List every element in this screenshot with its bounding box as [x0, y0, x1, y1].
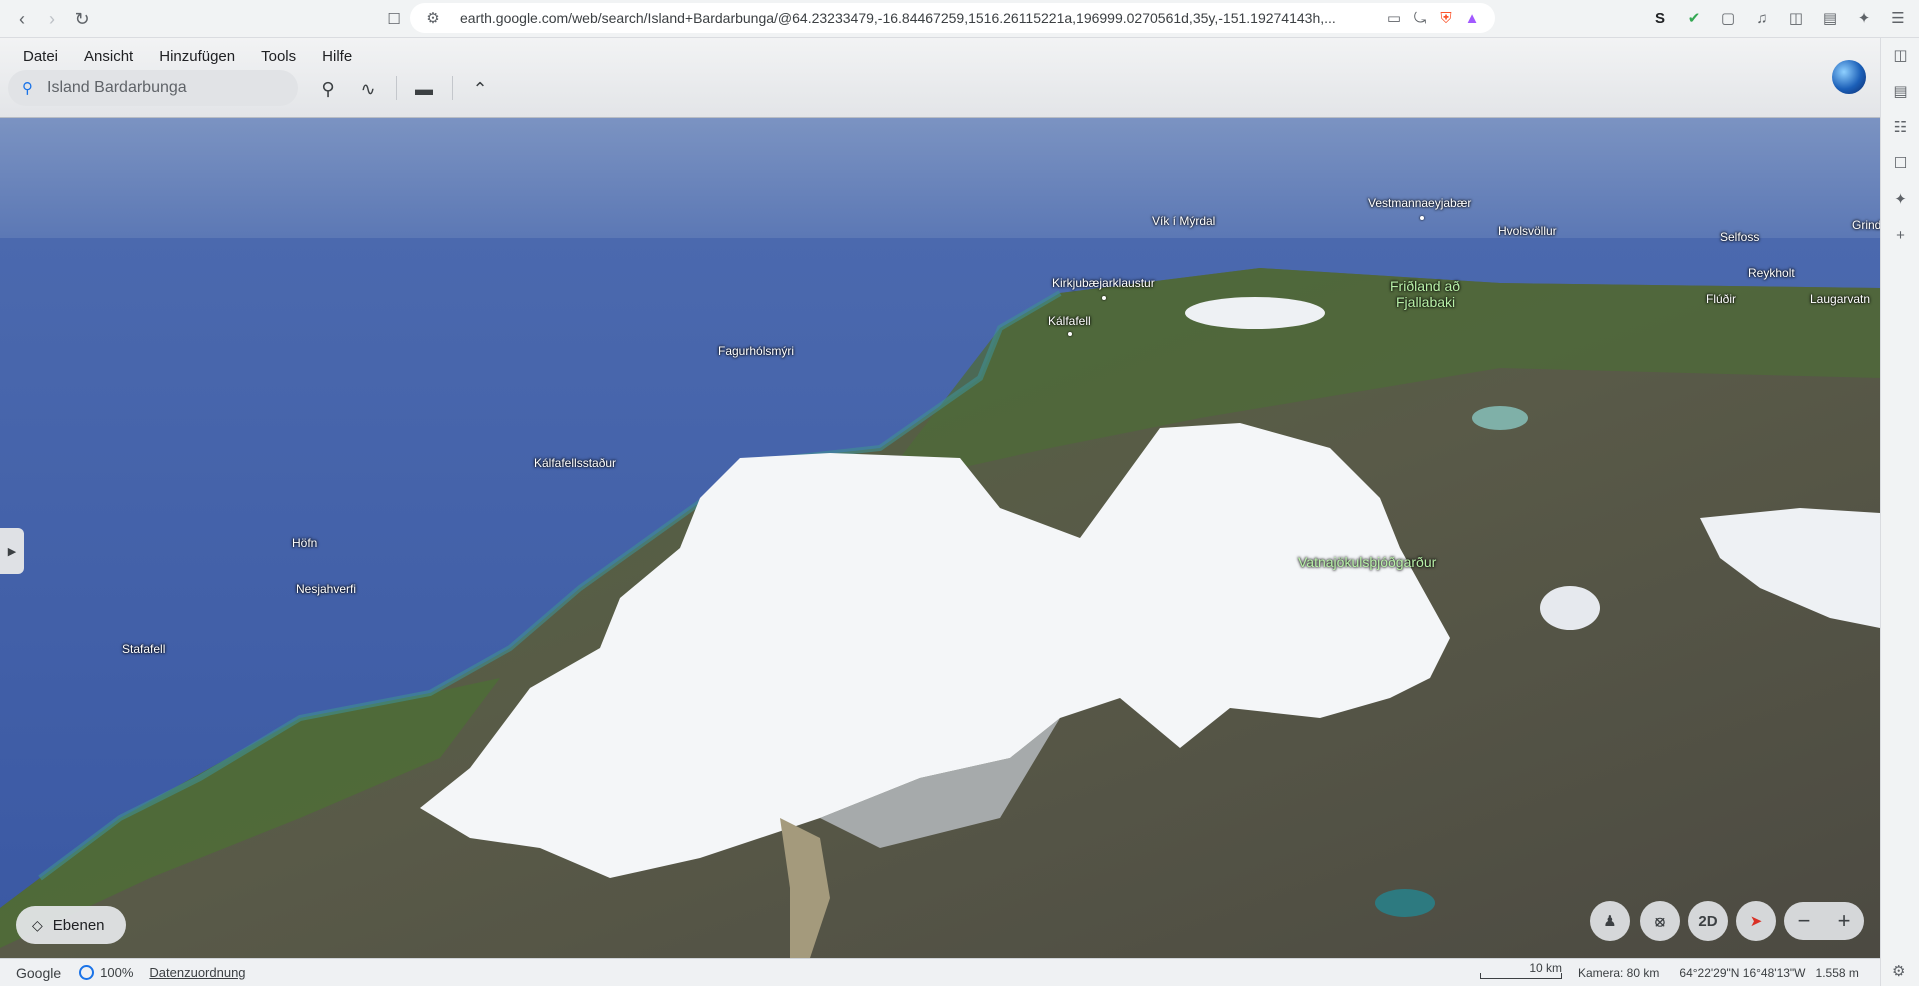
side-reading-list-icon[interactable]: ☷	[1881, 110, 1919, 146]
place-label[interactable]: Vík í Mýrdal	[1152, 214, 1215, 228]
path-icon[interactable]: ∿	[354, 76, 382, 102]
side-wallet-icon[interactable]: ▤	[1881, 74, 1919, 110]
place-label[interactable]: Höfn	[292, 536, 317, 550]
snow-cap	[1540, 586, 1600, 630]
scale-bar: 10 km	[1480, 961, 1562, 981]
extension-s-icon[interactable]: S	[1649, 7, 1671, 29]
side-bookmark-icon[interactable]: ☐	[1881, 146, 1919, 182]
menu-hinzufuegen[interactable]: Hinzufügen	[146, 44, 248, 69]
search-box[interactable]: ⚲	[8, 70, 298, 106]
ruler-icon[interactable]: ▬	[410, 76, 438, 102]
account-avatar[interactable]	[1832, 60, 1866, 94]
address-bar[interactable]: ⚙ earth.google.com/web/search/Island+Bar…	[410, 3, 1495, 33]
scale-line	[1480, 973, 1562, 979]
place-label[interactable]: Kálfafell	[1048, 314, 1091, 328]
menu-icon[interactable]: ☰	[1887, 7, 1909, 29]
zoom-out-button[interactable]: −	[1784, 902, 1824, 940]
music-icon[interactable]: ♫	[1751, 7, 1773, 29]
place-label[interactable]: Fagurhólsmýri	[718, 344, 794, 358]
reload-icon[interactable]: ↻	[68, 5, 96, 33]
url-text[interactable]: earth.google.com/web/search/Island+Barda…	[460, 10, 1381, 26]
lake	[1472, 406, 1528, 430]
layers-icon: ◇	[32, 916, 43, 933]
layers-button[interactable]: ◇ Ebenen	[16, 906, 126, 944]
browser-side-panel: ◫ ▤ ☷ ☐ ✦ +	[1880, 38, 1919, 986]
park-label[interactable]: Friðland að	[1390, 278, 1460, 294]
crater-lake	[1375, 889, 1435, 917]
extension-icons: S ✔ ▢ ♫ ◫ ▤ ✦ ☰	[1649, 7, 1909, 29]
toggle-2d-button[interactable]: 2D	[1688, 901, 1728, 941]
gear-icon[interactable]: ⚙	[1892, 962, 1905, 980]
place-marker[interactable]	[1420, 216, 1424, 220]
load-percent: 100%	[100, 965, 134, 980]
attribution-link[interactable]: Datenzuordnung	[149, 965, 245, 980]
place-marker[interactable]	[1068, 332, 1072, 336]
earth-header: Datei Ansicht Hinzufügen Tools Hilfe ⚲ ⚲…	[0, 38, 1880, 118]
brave-rewards-icon[interactable]: ▲	[1459, 10, 1485, 27]
place-label[interactable]: Kirkjubæjarklaustur	[1052, 276, 1155, 290]
menu-ansicht[interactable]: Ansicht	[71, 44, 146, 69]
cast-icon[interactable]: ▭	[1381, 9, 1407, 27]
compass-icon[interactable]: ➤	[1736, 901, 1776, 941]
camera-altitude: Kamera: 80 km	[1578, 966, 1660, 980]
loading-ring-icon	[79, 965, 95, 980]
search-icon: ⚲	[22, 80, 33, 97]
myrdalsjokull-glacier	[1185, 297, 1325, 329]
status-bar: Google 100% Datenzuordnung 10 km Kamera:…	[0, 958, 1880, 986]
menu-hilfe[interactable]: Hilfe	[309, 44, 365, 69]
park-label[interactable]: Vatnajökulsþjóðgarður	[1298, 554, 1436, 570]
search-input[interactable]	[47, 79, 267, 97]
place-marker[interactable]	[1102, 296, 1106, 300]
google-brand: Google	[16, 964, 62, 981]
map-viewport[interactable]: Vík í Mýrdal Vestmannaeyjabær Hvolsvöllu…	[0, 118, 1880, 958]
place-label[interactable]: Flúðir	[1706, 292, 1736, 306]
camera-info: Kamera: 80 km 64°22'29"N 16°48'13"W 1.55…	[1578, 966, 1859, 980]
side-add-icon[interactable]: +	[1881, 218, 1919, 254]
menu-tools[interactable]: Tools	[248, 44, 309, 69]
menu-bar: Datei Ansicht Hinzufügen Tools Hilfe	[10, 44, 365, 69]
park-label[interactable]: Fjallabaki	[1396, 294, 1455, 310]
side-leo-icon[interactable]: ✦	[1881, 182, 1919, 218]
menu-datei[interactable]: Datei	[10, 44, 71, 69]
place-label[interactable]: Selfoss	[1720, 230, 1759, 244]
place-label[interactable]: Stafafell	[122, 642, 165, 656]
puzzle-icon[interactable]: ▢	[1717, 7, 1739, 29]
place-label[interactable]: Hvolsvöllur	[1498, 224, 1557, 238]
place-label[interactable]: Laugarvatn	[1810, 292, 1870, 306]
reset-tilt-icon[interactable]: ⦻	[1640, 901, 1680, 941]
bookmark-icon[interactable]: ☐	[380, 5, 408, 33]
toolbar-divider	[396, 76, 397, 100]
sidebar-icon[interactable]: ◫	[1785, 7, 1807, 29]
leo-icon[interactable]: ✦	[1853, 7, 1875, 29]
zoom-in-button[interactable]: +	[1824, 902, 1864, 940]
toolbar-divider	[452, 76, 453, 100]
terrain-render	[0, 118, 1880, 958]
place-label[interactable]: Vestmannaeyjabær	[1368, 196, 1471, 210]
zoom-controls: − +	[1784, 902, 1864, 940]
back-icon[interactable]: ‹	[8, 5, 36, 33]
side-reader-icon[interactable]: ◫	[1881, 38, 1919, 74]
street-view-pegman-icon[interactable]: ♟	[1590, 901, 1630, 941]
expand-panel-toggle[interactable]: ▶	[0, 528, 24, 574]
share-icon[interactable]: ⤿	[1407, 10, 1433, 27]
forward-icon[interactable]: ›	[38, 5, 66, 33]
placemark-icon[interactable]: ⚲	[314, 76, 342, 102]
place-label[interactable]: Kálfafellsstaður	[534, 456, 616, 470]
place-label[interactable]: Nesjahverfi	[296, 582, 356, 596]
cursor-coordinates: 64°22'29"N 16°48'13"W	[1679, 966, 1806, 980]
collapse-chevron-icon[interactable]: ⌃	[466, 76, 494, 102]
layers-label: Ebenen	[52, 916, 105, 934]
site-settings-icon[interactable]: ⚙	[420, 9, 446, 27]
brave-shield-icon[interactable]: ⛨	[1433, 10, 1459, 27]
place-label[interactable]: Reykholt	[1748, 266, 1795, 280]
wallet-icon[interactable]: ▤	[1819, 7, 1841, 29]
place-label[interactable]: Grind	[1852, 218, 1880, 232]
shield-check-icon[interactable]: ✔	[1683, 7, 1705, 29]
browser-toolbar: ‹ › ↻ ☐ ⚙ earth.google.com/web/search/Is…	[0, 0, 1919, 38]
cursor-elevation: 1.558 m	[1815, 966, 1859, 980]
